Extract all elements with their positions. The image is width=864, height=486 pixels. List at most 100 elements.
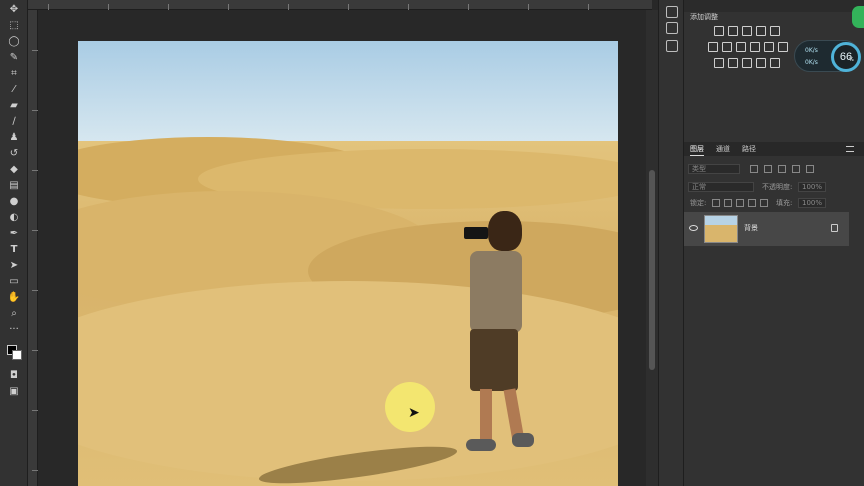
more-icon[interactable]: ···	[6, 322, 22, 336]
blur-icon[interactable]: ●	[6, 194, 22, 208]
properties-panel-icon[interactable]	[666, 40, 678, 52]
balance-icon[interactable]	[722, 42, 732, 52]
hue-icon[interactable]	[708, 42, 718, 52]
opacity-label: 不透明度:	[762, 183, 793, 191]
person-head	[488, 211, 522, 251]
brush-icon[interactable]: ∕	[6, 114, 22, 128]
quick-select-icon[interactable]: ✎	[6, 50, 22, 64]
lock-transparent-icon[interactable]	[712, 199, 720, 207]
lock-row: 锁定: 填充: 100%	[684, 196, 864, 210]
type-icon[interactable]: T	[6, 242, 22, 256]
green-badge	[852, 6, 864, 28]
person-shoe	[512, 433, 534, 447]
opacity-field[interactable]: 100%	[798, 182, 826, 192]
lock-artboard-icon[interactable]	[748, 199, 756, 207]
upload-speed: 0K/s	[805, 47, 818, 54]
channel-mixer-icon[interactable]	[764, 42, 774, 52]
move-icon[interactable]: ✥	[6, 2, 22, 16]
filter-pixel-icon[interactable]	[750, 165, 758, 173]
lock-pixels-icon[interactable]	[724, 199, 732, 207]
dune	[78, 281, 618, 481]
bw-icon[interactable]	[736, 42, 746, 52]
lookup-icon[interactable]	[778, 42, 788, 52]
camera	[464, 227, 488, 239]
person-shoe	[466, 439, 496, 451]
blend-row: 正常 不透明度: 100%	[684, 180, 864, 194]
exposure-icon[interactable]	[756, 26, 766, 36]
history-panel-icon[interactable]	[666, 6, 678, 18]
panel-icon-column	[658, 0, 684, 486]
pen-icon[interactable]: ✒	[6, 226, 22, 240]
hand-icon[interactable]: ✋	[6, 290, 22, 304]
curves-icon[interactable]	[742, 26, 752, 36]
tools-panel: ✥ ⬚ ◯ ✎ ⌗ ⁄ ▰ ∕ ♟ ↺ ◆ ▤ ● ◐ ✒ T ➤ ▭ ✋ ⌕ …	[0, 0, 28, 486]
person-torso	[470, 251, 522, 333]
person-shorts	[470, 329, 518, 391]
layer-thumbnail	[704, 215, 738, 243]
layers-tabs: 图层 通道 路径	[684, 142, 864, 156]
dodge-icon[interactable]: ◐	[6, 210, 22, 224]
right-panel-dock: 添加调整 图层 通道 路径 类型 正常 不透明度: 100% 锁定: 填充: 1…	[684, 0, 864, 486]
photoshop-window: ✥ ⬚ ◯ ✎ ⌗ ⁄ ▰ ∕ ♟ ↺ ◆ ▤ ● ◐ ✒ T ➤ ▭ ✋ ⌕ …	[0, 0, 864, 486]
network-speed-widget: 0K/s 0K/s 66 %	[794, 40, 861, 72]
invert-icon[interactable]	[714, 58, 724, 68]
lasso-icon[interactable]: ◯	[6, 34, 22, 48]
path-select-icon[interactable]: ➤	[6, 258, 22, 272]
blend-mode-select[interactable]: 正常	[688, 182, 754, 192]
stamp-icon[interactable]: ♟	[6, 130, 22, 144]
filter-shape-icon[interactable]	[792, 165, 800, 173]
filter-adjust-icon[interactable]	[764, 165, 772, 173]
desert-photo	[78, 41, 618, 486]
cursor-arrow-icon: ➤	[408, 405, 420, 421]
filter-type-icon[interactable]	[778, 165, 786, 173]
download-speed: 0K/s	[805, 59, 818, 66]
shape-icon[interactable]: ▭	[6, 274, 22, 288]
healing-brush-icon[interactable]: ▰	[6, 98, 22, 112]
posterize-icon[interactable]	[728, 58, 738, 68]
usage-ring: 66	[831, 42, 861, 72]
layer-filter-row: 类型	[684, 162, 864, 176]
screen-mode-icon[interactable]: ▣	[6, 384, 22, 398]
lock-all-icon[interactable]	[760, 199, 768, 207]
selective-color-icon[interactable]	[756, 58, 766, 68]
layer-item[interactable]: 背景	[684, 212, 849, 246]
brightness-icon[interactable]	[714, 26, 724, 36]
tab-paths[interactable]: 路径	[742, 142, 756, 156]
vertical-scrollbar[interactable]	[646, 10, 658, 486]
background-color-swatch[interactable]	[12, 350, 22, 360]
top-panel-header	[684, 0, 864, 12]
lock-label: 锁定:	[690, 199, 707, 207]
eraser-icon[interactable]: ◆	[6, 162, 22, 176]
fill-label: 填充:	[776, 199, 793, 207]
filter-kind-select[interactable]: 类型	[688, 164, 740, 174]
eye-icon[interactable]	[689, 225, 698, 231]
person-leg	[480, 389, 492, 441]
document-canvas[interactable]	[38, 10, 646, 486]
lock-icon	[831, 224, 838, 232]
horizontal-ruler	[28, 0, 652, 10]
scroll-thumb[interactable]	[649, 170, 655, 370]
layer-name: 背景	[744, 224, 758, 232]
adjust-panel-icon[interactable]	[666, 22, 678, 34]
tab-layers[interactable]: 图层	[690, 142, 704, 156]
usage-unit: %	[849, 57, 854, 63]
levels-icon[interactable]	[728, 26, 738, 36]
gradient-icon[interactable]: ▤	[6, 178, 22, 192]
threshold-icon[interactable]	[742, 58, 752, 68]
zoom-icon[interactable]: ⌕	[6, 306, 22, 320]
fill-field[interactable]: 100%	[798, 198, 826, 208]
lock-position-icon[interactable]	[736, 199, 744, 207]
crop-icon[interactable]: ⌗	[6, 66, 22, 80]
vibrance-icon[interactable]	[770, 26, 780, 36]
filter-smart-icon[interactable]	[806, 165, 814, 173]
adjustments-title: 添加调整	[690, 13, 718, 21]
photo-filter-icon[interactable]	[750, 42, 760, 52]
vertical-ruler	[28, 10, 38, 486]
panel-menu-icon[interactable]	[846, 146, 854, 152]
history-brush-icon[interactable]: ↺	[6, 146, 22, 160]
marquee-icon[interactable]: ⬚	[6, 18, 22, 32]
tab-channels[interactable]: 通道	[716, 142, 730, 156]
gradient-map-icon[interactable]	[770, 58, 780, 68]
quick-mask-icon[interactable]: ◘	[6, 368, 22, 382]
eyedropper-icon[interactable]: ⁄	[6, 82, 22, 96]
